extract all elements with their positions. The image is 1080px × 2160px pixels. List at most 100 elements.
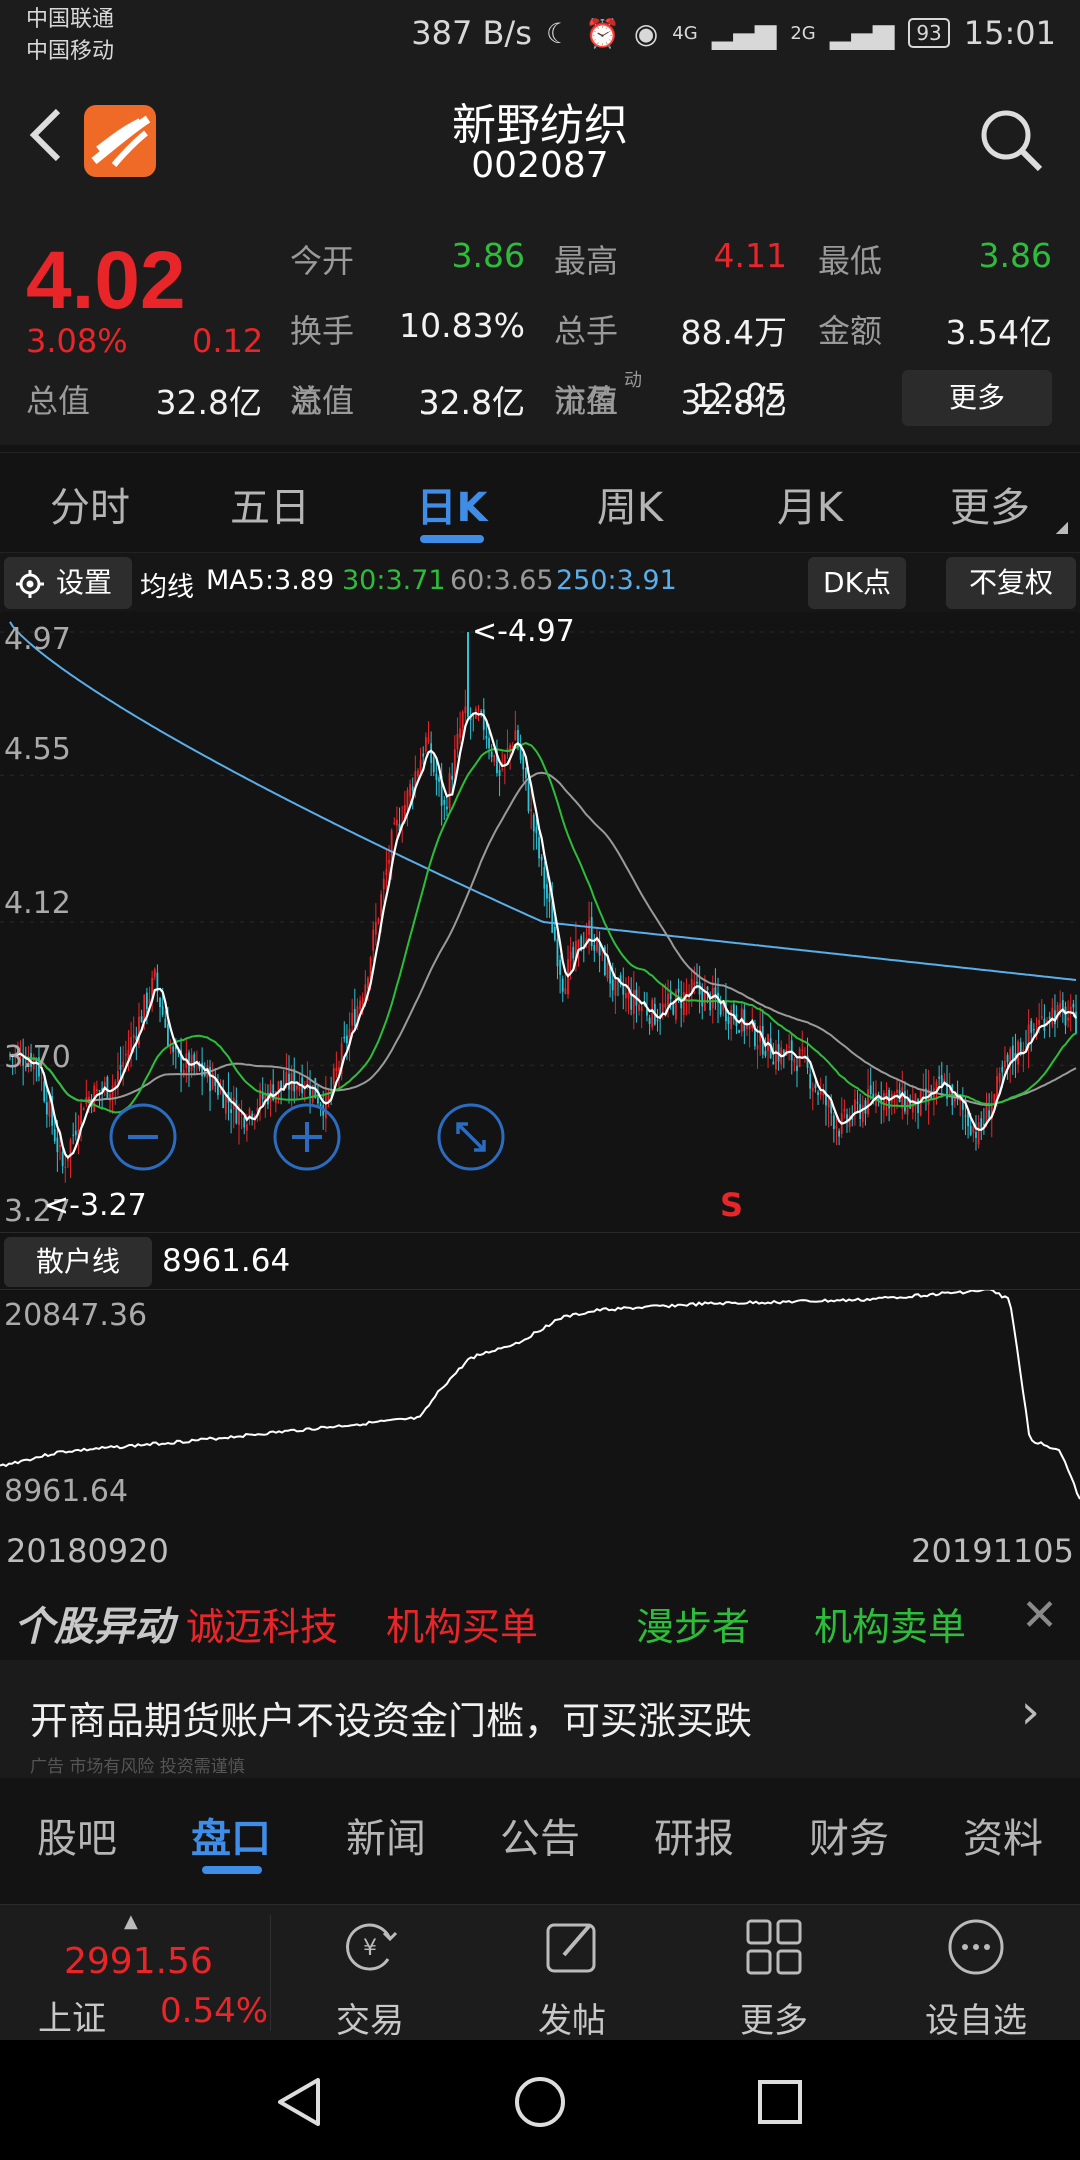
section-tab[interactable]: 研报 — [624, 1806, 764, 1864]
section-tab[interactable]: 公告 — [470, 1806, 610, 1864]
trade-icon: ¥ — [346, 1923, 398, 1971]
dk-point-button[interactable]: DK点 — [808, 557, 906, 609]
axis-label-3: 4.12 — [4, 886, 71, 921]
ticker-item[interactable]: 机构卖单 — [814, 1596, 966, 1651]
quote-value: 32.8亿 — [418, 383, 525, 422]
system-nav-bar — [0, 2040, 1080, 2160]
ma30-value: 30:3.71 — [342, 565, 446, 596]
carrier-1: 中国联通 — [26, 7, 115, 32]
nav-home-icon[interactable] — [512, 2074, 568, 2130]
net-speed: 387 B/s — [411, 14, 532, 52]
tab-chart-period[interactable]: 分时 — [0, 475, 180, 533]
sell-signal-marker: S — [720, 1186, 744, 1224]
index-value[interactable]: 2991.56 — [64, 1941, 213, 1982]
nav-back-icon[interactable] — [272, 2074, 328, 2130]
axis-label-top: 4.97 — [4, 622, 71, 657]
quote-label: 市盈 — [554, 382, 619, 420]
quote-value: 32.8亿 — [155, 383, 262, 422]
quote-value: 3.54亿 — [945, 313, 1052, 352]
trade-button[interactable]: ¥ 交易 — [270, 1905, 470, 2041]
retail-line-header: 散户线 8961.64 — [0, 1232, 1080, 1290]
max-price-marker: <-4.97 — [472, 614, 575, 649]
section-tab[interactable]: 资料 — [933, 1806, 1073, 1864]
retail-line-chart[interactable]: 20847.36 8961.64 — [0, 1288, 1080, 1510]
section-tab[interactable]: 财务 — [779, 1806, 919, 1864]
zoom-out-icon[interactable] — [108, 1102, 178, 1172]
ticker-title: 个股异动 — [14, 1604, 174, 1650]
more-label: 更多 — [740, 2001, 808, 2041]
ticker-item[interactable]: 漫步者 — [636, 1596, 750, 1651]
ma60-value: 60:3.65 — [450, 565, 554, 596]
change-amount: 0.12 — [192, 322, 264, 360]
ticker-item[interactable]: 诚迈科技 — [186, 1596, 338, 1651]
app-logo — [84, 105, 156, 177]
alarm-icon: ⏰ — [584, 16, 620, 50]
tab-chart-period[interactable]: 日K — [362, 475, 542, 533]
index-name[interactable]: 上证 — [38, 1991, 106, 2040]
quote-value: 12.05 — [692, 376, 787, 415]
settings-button[interactable]: 设置 — [4, 557, 132, 609]
status-icons: 387 B/s ☾ ⏰ ◉ 4G ▂▄▆ 2G ▂▄▆ 93 15:01 — [411, 14, 1056, 52]
tab-chart-period[interactable]: 更多 — [900, 475, 1080, 533]
more-button[interactable]: 更多 — [674, 1905, 874, 2041]
grid-icon — [746, 1919, 802, 1975]
chart-period-tabs: 分时 五日 日K 周K 月K 更多 ◢ — [0, 452, 1080, 552]
retail-line-value: 8961.64 — [162, 1243, 291, 1279]
chevron-right-icon[interactable]: › — [1021, 1684, 1040, 1740]
battery-icon: 93 — [908, 18, 950, 48]
date-end: 20191105 — [911, 1532, 1074, 1570]
add-watchlist-button[interactable]: 设自选 — [876, 1905, 1076, 2041]
quote-value: 10.83% — [399, 306, 525, 345]
ticker-item[interactable]: 机构买单 — [386, 1596, 538, 1651]
close-icon[interactable]: ✕ — [1021, 1590, 1058, 1641]
caret-up-icon: ▲ — [124, 1911, 138, 1932]
ad-text[interactable]: 开商品期货账户不设资金门槛，可买涨买跌 — [30, 1690, 752, 1745]
ad-banner[interactable]: 开商品期货账户不设资金门槛，可买涨买跌 广告 市场有风险 投资需谨慎 › — [0, 1660, 1080, 1778]
axis-label-4: 3.70 — [4, 1040, 71, 1075]
stock-alert-ticker[interactable]: 个股异动 诚迈科技 机构买单 漫步者 机构卖单 ✕ — [0, 1580, 1080, 1660]
section-tabs: 股吧 盘口 新闻 公告 研报 财务 资料 — [0, 1782, 1080, 1882]
quote-label: 总值 — [26, 382, 91, 420]
section-tab[interactable]: 股吧 — [7, 1806, 147, 1864]
back-icon[interactable] — [26, 105, 66, 175]
ma-title: 均线 — [140, 572, 194, 603]
zoom-in-icon[interactable] — [272, 1102, 342, 1172]
add-watchlist-label: 设自选 — [925, 2001, 1027, 2041]
retail-line-button[interactable]: 散户线 — [4, 1237, 152, 1287]
index-percent[interactable]: 0.54% — [160, 1991, 268, 2031]
section-tab[interactable]: 盘口 — [161, 1806, 301, 1864]
current-price: 4.02 — [26, 235, 186, 326]
more-quote-button[interactable]: 更多 — [902, 370, 1052, 426]
section-tab[interactable]: 新闻 — [316, 1806, 456, 1864]
kline-chart[interactable]: 4.97 4.55 4.12 3.70 3.27 <-4.97 <-3.27 S — [0, 612, 1080, 1232]
signal-icon: ▂▄▆ — [711, 16, 777, 50]
post-icon — [546, 1923, 596, 1973]
quote-value: 88.4万 — [680, 313, 787, 352]
moon-icon: ☾ — [545, 16, 571, 50]
nav-recents-icon[interactable] — [752, 2074, 808, 2130]
post-label: 发帖 — [538, 2001, 606, 2041]
dropdown-corner-icon: ◢ — [1055, 517, 1068, 536]
bottom-toolbar: ▲ 2991.56 上证 0.54% ¥ 交易 发帖 更多 设自选 — [0, 1904, 1080, 2041]
settings-label: 设置 — [56, 566, 113, 599]
ma5-value: MA5:3.89 — [206, 565, 335, 596]
gear-icon — [16, 570, 44, 598]
tab-chart-period[interactable]: 周K — [540, 475, 720, 533]
retail-axis-min: 8961.64 — [4, 1474, 129, 1509]
expand-icon[interactable] — [436, 1102, 506, 1172]
post-button[interactable]: 发帖 — [472, 1905, 672, 2041]
axis-label-2: 4.55 — [4, 732, 71, 767]
active-section-indicator — [202, 1866, 262, 1874]
status-bar: 中国联通 中国移动 387 B/s ☾ ⏰ ◉ 4G ▂▄▆ 2G ▂▄▆ 93… — [0, 0, 1080, 75]
tab-chart-period[interactable]: 月K — [720, 475, 900, 533]
signal-icon-2: ▂▄▆ — [829, 16, 895, 50]
date-start: 20180920 — [6, 1532, 169, 1570]
indicator-bar: 设置 均线 MA5:3.89 30:3.71 60:3.65 250:3.91 … — [0, 552, 1080, 612]
network-4g: 4G — [672, 22, 698, 44]
no-adjust-button[interactable]: 不复权 — [946, 557, 1076, 609]
active-tab-indicator — [420, 535, 484, 543]
tab-chart-period[interactable]: 五日 — [180, 475, 360, 533]
svg-text:¥: ¥ — [363, 1936, 377, 1961]
carrier-2: 中国移动 — [26, 39, 115, 64]
search-icon[interactable] — [976, 105, 1046, 175]
